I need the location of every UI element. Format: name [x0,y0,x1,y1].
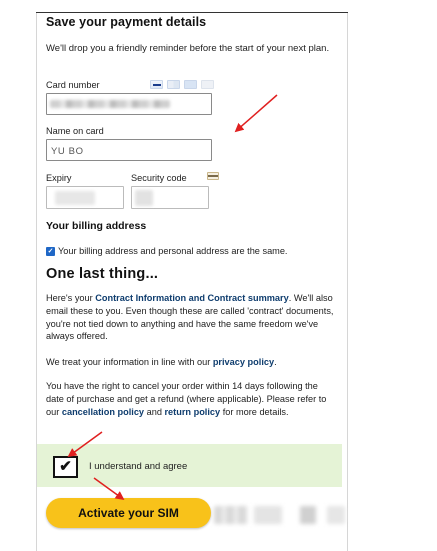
expiry-label: Expiry [46,173,72,183]
name-on-card-input[interactable]: YU BO [46,139,212,161]
security-code-input[interactable] [131,186,209,209]
card-cvv-icon [207,172,219,180]
return-policy-link[interactable]: return policy [164,407,220,417]
contract-info-link[interactable]: Contract Information and Contract summar… [95,293,288,303]
last-thing-heading: One last thing... [46,266,159,282]
redacted-expiry [55,191,95,205]
redacted-security-code [135,190,153,206]
payment-title: Save your payment details [46,15,207,29]
cancellation-policy-link[interactable]: cancellation policy [62,407,144,417]
cancellation-text-end: for more details. [220,406,289,417]
activate-sim-button[interactable]: Activate your SIM [46,498,211,528]
card-number-input[interactable] [46,93,212,115]
cancellation-paragraph: You have the right to cancel your order … [46,380,336,418]
card-number-label: Card number [46,80,100,90]
redacted-price [327,506,345,524]
amex-card-icon [184,80,197,89]
privacy-text-end: . [274,357,277,367]
billing-same-checkbox[interactable]: ✓ [46,247,55,256]
redacted-price [300,506,316,524]
redacted-price [214,506,248,524]
privacy-text: We treat your information in line with o… [46,357,213,367]
visa-card-icon [150,80,163,89]
privacy-policy-link[interactable]: privacy policy [213,357,274,367]
agree-label: I understand and agree [89,461,188,472]
privacy-paragraph: We treat your information in line with o… [46,356,336,369]
cancellation-text-mid: and [144,406,165,417]
contract-text: Here's your [46,293,96,303]
contract-paragraph: Here's your Contract Information and Con… [46,292,336,343]
agree-section [37,444,342,487]
payment-intro: We'll drop you a friendly reminder befor… [46,43,330,54]
billing-same-label: Your billing address and personal addres… [58,246,288,256]
mastercard-icon [167,80,180,89]
expiry-input[interactable] [46,186,124,209]
redacted-price [254,506,282,524]
billing-heading: Your billing address [46,220,147,232]
security-code-label: Security code [131,173,187,183]
name-on-card-label: Name on card [46,126,104,136]
panel-top-divider [36,12,348,13]
card-brand-icon [201,80,214,89]
agree-checkbox[interactable]: ✔ [53,456,78,478]
card-brand-logos [150,80,214,89]
redacted-card-number [50,100,170,108]
